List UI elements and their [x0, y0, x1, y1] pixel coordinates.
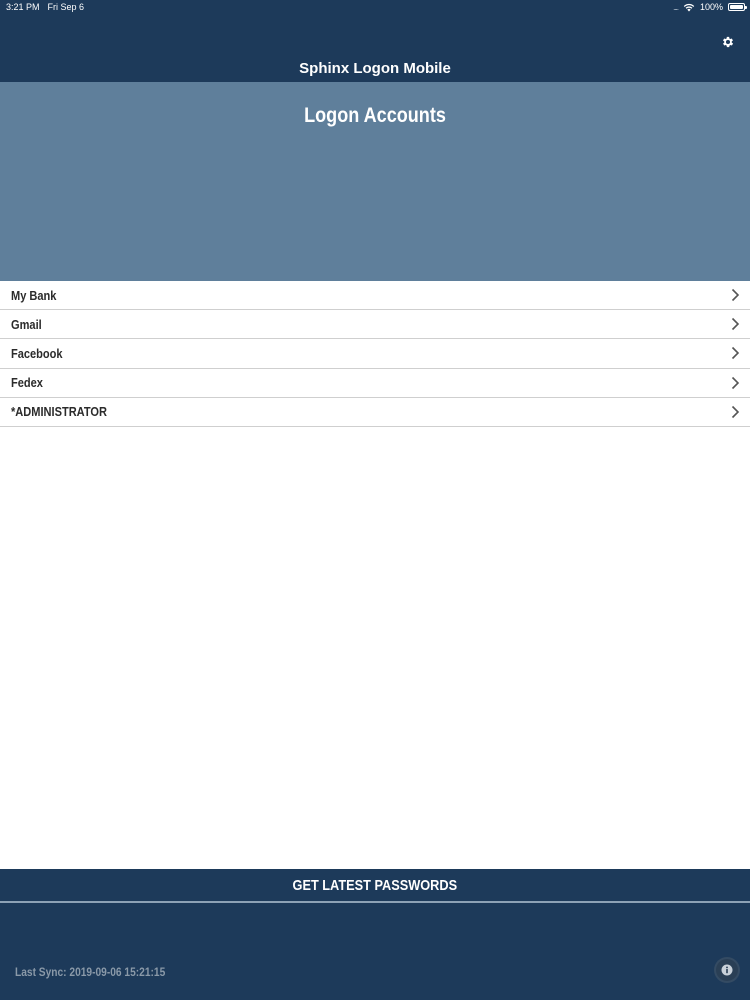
signal-indicator: .... — [673, 2, 679, 12]
account-item-administrator[interactable]: *ADMINISTRATOR — [0, 397, 750, 427]
account-label: *ADMINISTRATOR — [11, 404, 107, 420]
wifi-icon — [683, 3, 695, 12]
app-title: Sphinx Logon Mobile — [299, 60, 451, 77]
page-title: Logon Accounts — [304, 104, 446, 127]
account-item-fedex[interactable]: Fedex — [0, 368, 750, 398]
chevron-right-icon — [731, 347, 740, 360]
get-latest-passwords-label: GET LATEST PASSWORDS — [292, 876, 458, 894]
app-window: 3:21 PM Fri Sep 6 .... 100% Sphinx Logon… — [0, 0, 750, 1000]
settings-button[interactable] — [720, 34, 736, 50]
info-icon — [721, 964, 733, 976]
battery-percent: 100% — [699, 2, 723, 12]
info-button[interactable] — [716, 959, 738, 981]
account-label: Facebook — [11, 345, 63, 361]
account-list: My Bank Gmail Facebook Fedex *ADMINISTRA… — [0, 281, 750, 427]
status-bar-left: 3:21 PM Fri Sep 6 — [6, 2, 84, 12]
get-latest-passwords-button[interactable]: GET LATEST PASSWORDS — [0, 869, 750, 903]
account-label: Fedex — [11, 375, 43, 391]
status-date: Fri Sep 6 — [47, 2, 85, 12]
account-item-gmail[interactable]: Gmail — [0, 310, 750, 340]
chevron-right-icon — [731, 318, 740, 331]
last-sync-status: Last Sync: 2019-09-06 15:21:15 — [15, 965, 166, 979]
battery-icon — [728, 3, 747, 11]
account-item-my-bank[interactable]: My Bank — [0, 281, 750, 311]
chevron-right-icon — [731, 289, 740, 302]
chevron-right-icon — [731, 405, 740, 418]
hero-panel: Logon Accounts — [0, 82, 750, 281]
footer: Last Sync: 2019-09-06 15:21:15 — [0, 903, 750, 1000]
account-item-facebook[interactable]: Facebook — [0, 339, 750, 369]
top-bar: 3:21 PM Fri Sep 6 .... 100% Sphinx Logon… — [0, 0, 750, 82]
status-bar-right: .... 100% — [673, 2, 747, 12]
account-label: My Bank — [11, 287, 57, 303]
gear-icon — [722, 36, 734, 48]
chevron-right-icon — [731, 376, 740, 389]
account-label: Gmail — [11, 316, 42, 332]
status-time: 3:21 PM — [6, 2, 40, 12]
